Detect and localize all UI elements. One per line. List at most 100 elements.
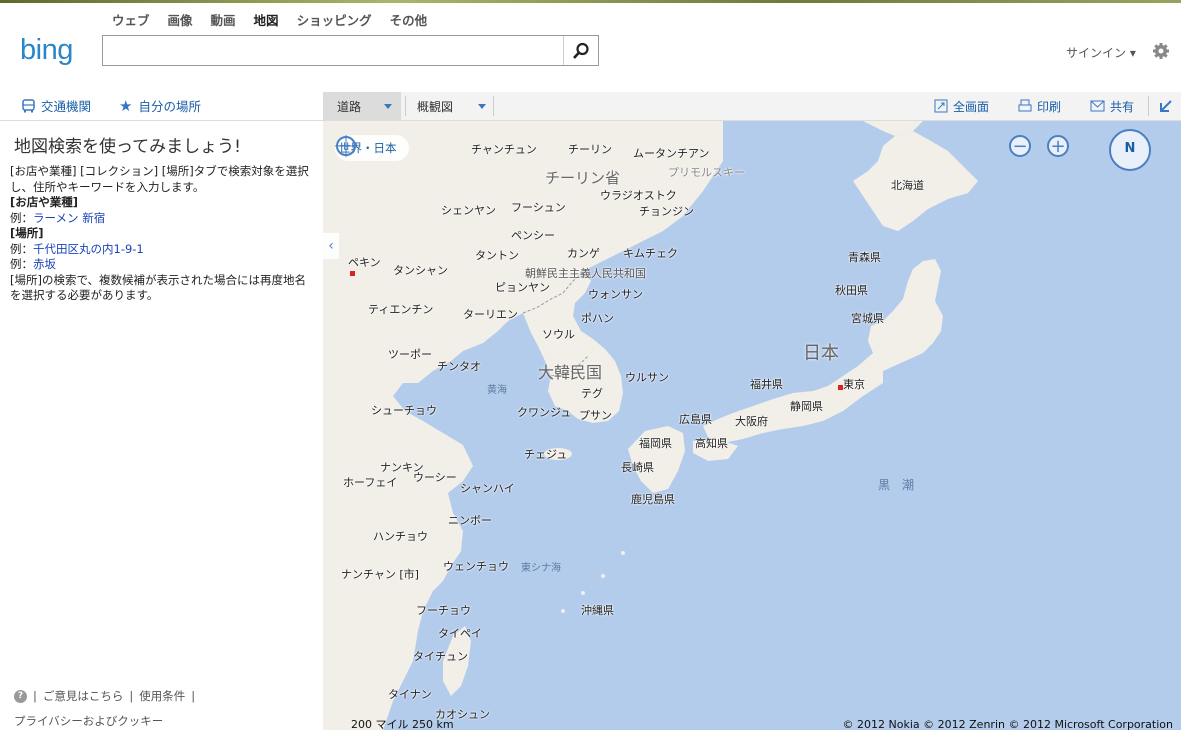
world-japan-button[interactable]: 世界・日本 bbox=[335, 135, 409, 161]
gear-icon[interactable] bbox=[1152, 42, 1170, 60]
nav-videos[interactable]: 動画 bbox=[211, 10, 236, 29]
label-hangzhou: ハンチョウ bbox=[373, 530, 428, 543]
tab-overview[interactable]: 概観図 bbox=[417, 92, 453, 120]
overview-dropdown[interactable] bbox=[471, 92, 493, 120]
label-wuxi: ウーシー bbox=[413, 471, 457, 484]
label-dandong: タントン bbox=[475, 249, 519, 262]
print-icon bbox=[1018, 99, 1032, 112]
fullscreen-button[interactable]: 全画面 bbox=[934, 92, 989, 120]
label-okinawa: 沖縄県 bbox=[581, 604, 614, 617]
label-taipei: タイペイ bbox=[438, 627, 482, 640]
example-prefix: 例： bbox=[10, 257, 33, 271]
label-kagoshima: 鹿児島県 bbox=[631, 493, 675, 506]
panel-note: [場所]の検索で、複数候補が表示された場合には再度地名を選択する必要があります。 bbox=[10, 272, 307, 303]
top-accent-bar bbox=[0, 0, 1181, 3]
label-hefei: ホーフェイ bbox=[343, 476, 398, 489]
tab-road[interactable]: 道路 bbox=[323, 92, 375, 120]
fullscreen-label: 全画面 bbox=[953, 99, 990, 114]
footer-links: ? | ご意見はこちら | 使用条件 | bbox=[14, 688, 195, 704]
print-button[interactable]: 印刷 bbox=[1018, 92, 1061, 120]
separator: | bbox=[191, 689, 196, 703]
label-ulsan: ウルサン bbox=[625, 371, 669, 384]
collapse-toolbar-button[interactable] bbox=[1159, 92, 1173, 120]
label-aomori: 青森県 bbox=[848, 251, 881, 264]
compass-control[interactable]: N bbox=[1109, 129, 1151, 171]
search-box bbox=[102, 35, 599, 66]
zoom-in-button[interactable]: + bbox=[1047, 135, 1069, 157]
tab-transit-label: 交通機関 bbox=[41, 99, 92, 114]
label-xuzhou: シューチョウ bbox=[371, 404, 437, 417]
plus-icon: + bbox=[1050, 136, 1066, 157]
terms-link[interactable]: 使用条件 bbox=[139, 688, 185, 704]
tab-my-places[interactable]: ★ 自分の場所 bbox=[119, 96, 201, 115]
toolbar-divider bbox=[405, 96, 406, 116]
label-primorsky: プリモルスキー bbox=[668, 166, 745, 179]
label-kuroshio: 黒 潮 bbox=[878, 478, 915, 492]
label-kanggye: カンゲ bbox=[567, 247, 600, 260]
label-jilin-city: チーリン bbox=[568, 143, 612, 156]
example-link-akasaka[interactable]: 赤坂 bbox=[33, 257, 56, 271]
chevron-down-icon bbox=[478, 103, 486, 109]
privacy-link[interactable]: プライバシーおよびクッキー bbox=[14, 713, 163, 729]
mail-icon bbox=[1090, 100, 1105, 112]
label-benxi: ペンシー bbox=[511, 229, 555, 242]
label-gwangju: クワンジュ bbox=[517, 406, 572, 419]
label-jilin: チーリン省 bbox=[545, 169, 621, 187]
label-hokkaido: 北海道 bbox=[891, 179, 924, 192]
label-yellow-sea: 黄海 bbox=[487, 385, 507, 396]
star-icon: ★ bbox=[119, 96, 133, 115]
nav-web[interactable]: ウェブ bbox=[112, 10, 150, 29]
zoom-out-button[interactable]: − bbox=[1009, 135, 1031, 157]
top-nav: ウェブ 画像 動画 地図 ショッピング その他 bbox=[112, 10, 427, 29]
example-link-ramen[interactable]: ラーメン 新宿 bbox=[33, 211, 105, 225]
arrow-down-left-icon bbox=[1160, 100, 1172, 112]
chevron-down-icon bbox=[384, 103, 392, 109]
bing-logo[interactable]: bing bbox=[20, 34, 73, 67]
map-scale: 200 マイル 250 km bbox=[351, 718, 454, 730]
tab-my-places-label: 自分の場所 bbox=[138, 99, 201, 114]
tab-transit[interactable]: 交通機関 bbox=[22, 96, 91, 115]
left-divider bbox=[0, 120, 323, 121]
heading-place: [場所] bbox=[10, 226, 44, 240]
compass-icon: N bbox=[1124, 141, 1136, 156]
label-kimchaek: キムチェク bbox=[623, 247, 678, 260]
nav-shopping[interactable]: ショッピング bbox=[297, 10, 372, 29]
fullscreen-icon bbox=[934, 99, 948, 113]
search-button[interactable] bbox=[563, 36, 598, 65]
map-toolbar: 道路 概観図 全画面 印刷 共有 bbox=[323, 92, 1181, 121]
panel-title: 地図検索を使ってみましょう! bbox=[14, 137, 241, 157]
example-prefix: 例： bbox=[10, 210, 33, 225]
nav-images[interactable]: 画像 bbox=[168, 10, 193, 29]
search-input[interactable] bbox=[109, 36, 573, 66]
road-dropdown[interactable] bbox=[375, 92, 401, 120]
label-taichung: タイチュン bbox=[413, 650, 468, 663]
label-pyongyang: ピョンヤン bbox=[495, 281, 550, 294]
nav-maps[interactable]: 地図 bbox=[254, 10, 279, 29]
label-shenyang: シェンヤン bbox=[441, 204, 496, 217]
help-icon[interactable]: ? bbox=[14, 689, 27, 703]
tab-overview-label: 概観図 bbox=[417, 99, 454, 114]
label-miyagi: 宮城県 bbox=[851, 312, 884, 325]
signin-link[interactable]: サインイン ▾ bbox=[1066, 44, 1136, 61]
label-kochi: 高知県 bbox=[695, 437, 728, 450]
share-button[interactable]: 共有 bbox=[1090, 92, 1134, 120]
label-chongjin: チョンジン bbox=[639, 205, 694, 218]
collapse-panel-button[interactable]: ‹ bbox=[323, 233, 339, 259]
map-canvas[interactable]: 世界・日本 − + N ‹ 日本 大韓民国 朝鮮民主主義人民共和国 チーリン省 … bbox=[323, 121, 1181, 730]
label-qingdao: チンタオ bbox=[437, 360, 481, 373]
label-nanchang: ナンチャン [市] bbox=[341, 568, 419, 581]
nav-more[interactable]: その他 bbox=[390, 10, 428, 29]
label-beijing: ペキン bbox=[348, 256, 381, 269]
label-shanghai: シャンハイ bbox=[460, 482, 515, 495]
label-vladivostok: ウラジオストク bbox=[600, 189, 677, 202]
label-pohang: ポハン bbox=[581, 312, 614, 325]
example-link-address[interactable]: 千代田区丸の内1-9-1 bbox=[33, 242, 144, 256]
label-japan: 日本 bbox=[803, 343, 839, 364]
feedback-link[interactable]: ご意見はこちら bbox=[43, 688, 124, 704]
panel-body: [お店や業種] [コレクション] [場所]タブで検索対象を選択し、住所やキーワー… bbox=[10, 164, 312, 304]
label-east-china-sea: 東シナ海 bbox=[521, 563, 561, 574]
label-tainan: タイナン bbox=[388, 688, 432, 701]
label-ningbo: ニンボー bbox=[448, 514, 492, 527]
label-hiroshima: 広島県 bbox=[679, 413, 712, 426]
label-changchun: チャンチュン bbox=[471, 143, 537, 156]
